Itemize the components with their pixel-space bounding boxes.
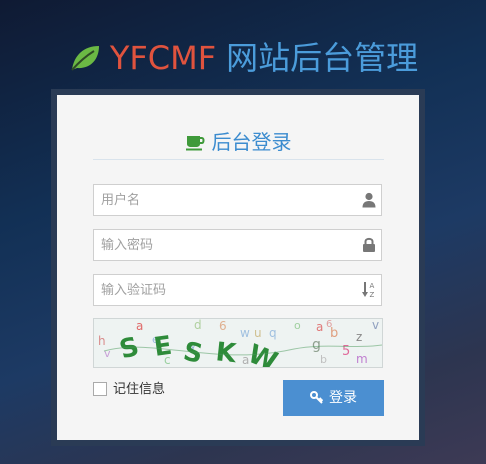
login-title: 后台登录 [93, 127, 384, 160]
leaf-icon [71, 46, 99, 71]
login-title-text: 后台登录 [211, 130, 292, 154]
lock-icon [363, 237, 375, 252]
svg-text:q: q [269, 326, 277, 340]
svg-text:6: 6 [219, 319, 227, 333]
login-button[interactable]: 登录 [283, 380, 384, 416]
remember-me-checkbox[interactable]: 记住信息 [93, 381, 165, 401]
svg-text:A: A [370, 282, 375, 290]
svg-text:z: z [356, 330, 362, 344]
username-input[interactable] [94, 185, 352, 215]
login-panel: 后台登录 A Z h v a e c d 6 [57, 95, 419, 440]
svg-text:h: h [98, 334, 106, 348]
svg-text:w: w [240, 326, 250, 340]
verify-code-input[interactable] [94, 275, 352, 305]
brand-header: YFCMF 网站后台管理 [0, 36, 486, 80]
login-button-label: 登录 [329, 390, 357, 406]
svg-text:a: a [136, 319, 143, 333]
svg-text:o: o [294, 319, 301, 332]
svg-text:Z: Z [370, 291, 375, 299]
svg-text:b: b [320, 353, 327, 366]
svg-text:W: W [244, 339, 282, 367]
svg-text:v: v [372, 319, 379, 332]
svg-text:6: 6 [326, 319, 332, 330]
svg-text:u: u [254, 326, 262, 340]
captcha-image[interactable]: h v a e c d 6 w u q a g a b 5 z m v o b … [93, 318, 383, 368]
password-field [93, 229, 382, 261]
svg-text:m: m [356, 352, 368, 366]
brand-name: YFCMF [109, 39, 217, 77]
username-field [93, 184, 382, 216]
remember-me-label: 记住信息 [113, 382, 166, 397]
svg-text:E: E [152, 331, 174, 363]
svg-text:v: v [104, 347, 111, 360]
svg-text:d: d [194, 319, 202, 332]
svg-text:a: a [316, 320, 323, 334]
brand-subtitle: 网站后台管理 [226, 39, 419, 77]
checkbox-box[interactable] [93, 382, 107, 396]
key-icon [310, 391, 323, 404]
svg-text:S: S [116, 332, 142, 366]
svg-text:g: g [312, 337, 321, 353]
coffee-cup-icon [185, 136, 204, 151]
sort-alpha-icon: A Z [362, 282, 375, 299]
svg-text:K: K [214, 337, 238, 367]
verify-code-field: A Z [93, 274, 382, 306]
password-input[interactable] [94, 230, 352, 260]
user-icon [362, 192, 376, 208]
